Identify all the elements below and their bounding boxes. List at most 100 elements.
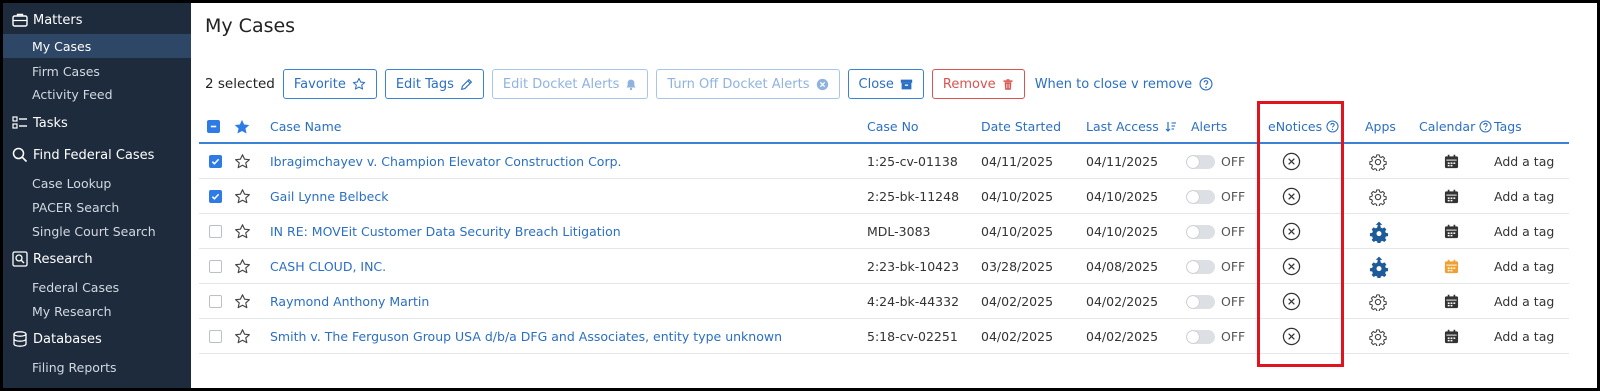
research-icon — [3, 251, 33, 267]
edit-tags-button[interactable]: Edit Tags — [384, 69, 484, 99]
last-access: 04/10/2025 — [1086, 189, 1159, 204]
case-name-link[interactable]: Gail Lynne Belbeck — [270, 179, 388, 214]
favorite-button-label: Favorite — [293, 76, 346, 92]
favorite-button[interactable]: Favorite — [282, 69, 377, 99]
sidebar-item-my-cases[interactable]: My Cases — [3, 34, 191, 58]
alert-toggle[interactable]: OFF — [1186, 249, 1245, 284]
gear-icon[interactable] — [1369, 284, 1387, 319]
alert-status: OFF — [1221, 329, 1246, 344]
sidebar-section-label: Tasks — [33, 115, 68, 131]
close-button-label: Close — [858, 76, 894, 92]
close-vs-remove-help-link[interactable]: When to close v remove — [1035, 77, 1213, 92]
favorite-star-icon[interactable] — [234, 284, 251, 319]
gear-upload-icon[interactable] — [1369, 249, 1389, 284]
close-vs-remove-help-link-label: When to close v remove — [1034, 76, 1193, 92]
favorite-star-icon[interactable] — [234, 249, 251, 284]
add-tag-link[interactable]: Add a tag — [1494, 144, 1554, 179]
row-select-checkbox[interactable] — [209, 144, 222, 179]
sidebar-item-firm-cases[interactable]: Firm Cases — [3, 59, 191, 83]
enotice-x-circle-icon[interactable] — [1282, 284, 1301, 319]
favorite-star-icon[interactable] — [234, 214, 251, 249]
gear-icon[interactable] — [1369, 319, 1387, 354]
sidebar-item-single-court-search[interactable]: Single Court Search — [3, 219, 191, 243]
alert-toggle[interactable]: OFF — [1186, 214, 1245, 249]
alert-toggle[interactable]: OFF — [1186, 179, 1245, 214]
sidebar-section-databases[interactable]: Databases — [3, 326, 191, 352]
table-row[interactable]: Smith v. The Ferguson Group USA d/b/a DF… — [199, 319, 1569, 354]
case-number: 4:24-bk-44332 — [867, 294, 960, 309]
favorite-star-icon[interactable] — [234, 319, 251, 354]
last-access: 04/11/2025 — [1086, 154, 1159, 169]
add-tag-link[interactable]: Add a tag — [1494, 319, 1554, 354]
calendar-icon[interactable] — [1444, 144, 1459, 179]
case-name-link[interactable]: Ibragimchayev v. Champion Elevator Const… — [270, 144, 622, 179]
sidebar-item-pacer-search[interactable]: PACER Search — [3, 195, 191, 219]
row-select-checkbox[interactable] — [209, 179, 222, 214]
edit-docket-alerts-button[interactable]: Edit Docket Alerts — [491, 69, 649, 99]
case-name-link[interactable]: Raymond Anthony Martin — [270, 284, 429, 319]
date-started: 04/10/2025 — [981, 224, 1054, 239]
calendar-icon[interactable] — [1444, 284, 1459, 319]
column-header-apps[interactable]: Apps — [1365, 109, 1396, 144]
sidebar-item-activity-feed[interactable]: Activity Feed — [3, 82, 191, 106]
row-select-checkbox[interactable] — [209, 214, 222, 249]
remove-button[interactable]: Remove — [931, 69, 1025, 99]
gear-icon[interactable] — [1369, 179, 1387, 214]
date-started: 04/02/2025 — [981, 329, 1054, 344]
checkbox-minus-icon — [207, 120, 220, 133]
gear-icon[interactable] — [1369, 144, 1387, 179]
sidebar-section-matters[interactable]: Matters — [3, 7, 191, 33]
enotice-x-circle-icon[interactable] — [1282, 249, 1301, 284]
enotice-x-circle-icon[interactable] — [1282, 319, 1301, 354]
sidebar-item-case-lookup[interactable]: Case Lookup — [3, 171, 191, 195]
table-row[interactable]: CASH CLOUD, INC. 2:23-bk-10423 03/28/2025 0… — [199, 249, 1569, 284]
column-header-case-name[interactable]: Case Name — [270, 109, 341, 144]
sidebar-item-filing-reports[interactable]: Filing Reports — [3, 355, 191, 379]
column-header-calendar[interactable]: Calendar — [1419, 109, 1492, 144]
alert-toggle[interactable]: OFF — [1186, 144, 1245, 179]
sidebar-section-tasks[interactable]: Tasks — [3, 110, 191, 136]
column-header-date-started[interactable]: Date Started — [981, 109, 1061, 144]
case-name-link[interactable]: Smith v. The Ferguson Group USA d/b/a DF… — [270, 319, 782, 354]
enotice-x-circle-icon[interactable] — [1282, 144, 1301, 179]
add-tag-link[interactable]: Add a tag — [1494, 249, 1554, 284]
column-header-last-access[interactable]: Last Access — [1086, 109, 1177, 144]
row-select-checkbox[interactable] — [209, 249, 222, 284]
briefcase-icon — [3, 13, 33, 27]
column-header-case-no[interactable]: Case No — [867, 109, 919, 144]
favorite-star-icon[interactable] — [234, 144, 251, 179]
case-name-link[interactable]: CASH CLOUD, INC. — [270, 249, 386, 284]
case-name-link[interactable]: IN RE: MOVEit Customer Data Security Bre… — [270, 214, 621, 249]
gear-upload-icon[interactable] — [1369, 214, 1389, 249]
add-tag-link[interactable]: Add a tag — [1494, 284, 1554, 319]
sidebar-section-research[interactable]: Research — [3, 246, 191, 272]
close-button[interactable]: Close — [847, 69, 924, 99]
alert-toggle[interactable]: OFF — [1186, 284, 1245, 319]
table-row[interactable]: IN RE: MOVEit Customer Data Security Bre… — [199, 214, 1569, 249]
favorite-star-icon[interactable] — [234, 179, 251, 214]
sidebar-item-federal-cases[interactable]: Federal Cases — [3, 275, 191, 299]
sidebar-section-find-federal-cases[interactable]: Find Federal Cases — [3, 142, 191, 168]
sidebar-item-my-research[interactable]: My Research — [3, 299, 191, 323]
table-row[interactable]: Gail Lynne Belbeck 2:25-bk-11248 04/10/202… — [199, 179, 1569, 214]
column-header-enotices[interactable]: eNotices — [1268, 109, 1339, 144]
select-all-checkbox[interactable] — [207, 109, 220, 144]
add-tag-link[interactable]: Add a tag — [1494, 179, 1554, 214]
table-row[interactable]: Ibragimchayev v. Champion Elevator Const… — [199, 144, 1569, 179]
enotice-x-circle-icon[interactable] — [1282, 179, 1301, 214]
calendar-highlight-icon[interactable] — [1444, 249, 1459, 284]
row-select-checkbox[interactable] — [209, 284, 222, 319]
calendar-icon[interactable] — [1444, 179, 1459, 214]
add-tag-link[interactable]: Add a tag — [1494, 214, 1554, 249]
column-header-tags[interactable]: Tags — [1494, 109, 1522, 144]
calendar-icon[interactable] — [1444, 319, 1459, 354]
table-row[interactable]: Raymond Anthony Martin 4:24-bk-44332 04/02… — [199, 284, 1569, 319]
row-select-checkbox[interactable] — [209, 319, 222, 354]
calendar-icon[interactable] — [1444, 214, 1459, 249]
column-header-alerts[interactable]: Alerts — [1191, 109, 1227, 144]
turn-off-docket-alerts-button[interactable]: Turn Off Docket Alerts — [656, 69, 840, 99]
last-access: 04/08/2025 — [1086, 259, 1159, 274]
favorite-column-star-icon[interactable] — [233, 109, 251, 144]
enotice-x-circle-icon[interactable] — [1282, 214, 1301, 249]
alert-toggle[interactable]: OFF — [1186, 319, 1245, 354]
